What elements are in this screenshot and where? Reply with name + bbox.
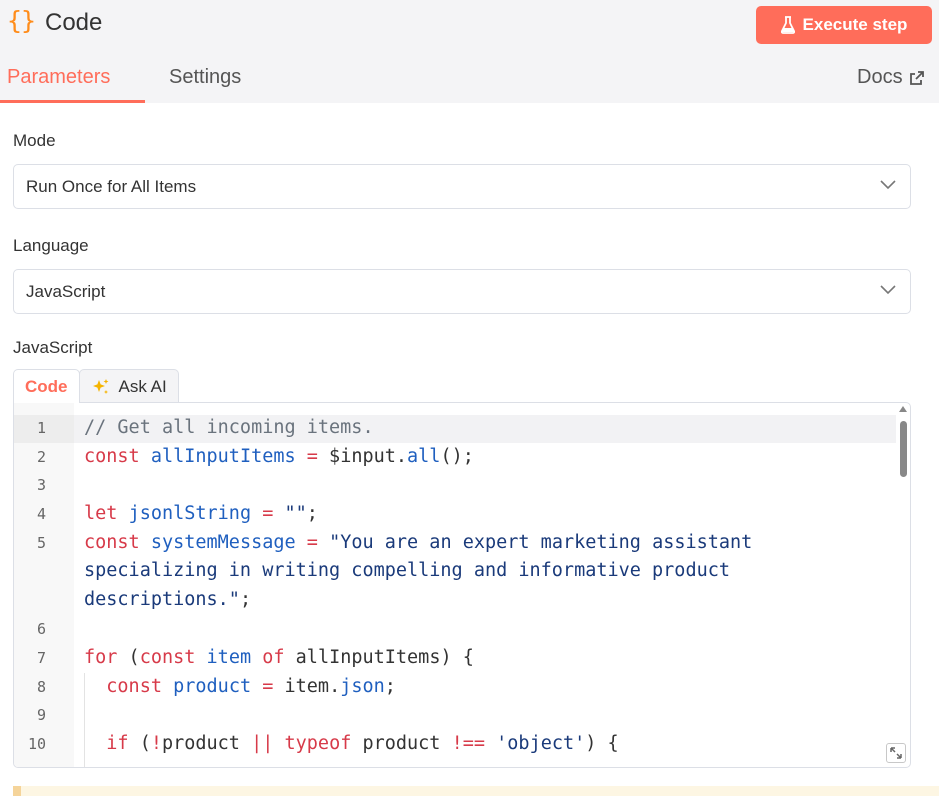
- line-number: 3: [36, 476, 46, 494]
- docs-label: Docs: [857, 66, 903, 88]
- execute-step-label: Execute step: [802, 15, 908, 34]
- language-value: JavaScript: [26, 281, 106, 301]
- scroll-up-arrow-icon[interactable]: [899, 406, 907, 412]
- line-number: 6: [36, 620, 46, 638]
- code-braces-icon: {}: [7, 6, 36, 35]
- code-line: const systemMessage = "You are an expert…: [84, 532, 753, 553]
- code-line: const allInputItems = $input.all();: [84, 446, 474, 467]
- sparkles-icon: [92, 378, 108, 394]
- javascript-section-label: JavaScript: [13, 338, 93, 357]
- notice-banner: [13, 786, 939, 796]
- node-header: {} Code Execute step Parameters Settings…: [0, 0, 939, 103]
- code-line: specializing in writing compelling and i…: [84, 560, 731, 581]
- code-line: const product = item.json;: [106, 676, 396, 697]
- tab-ask-ai-label: Ask AI: [118, 376, 167, 396]
- code-editor[interactable]: 1 2 3 4 5 6 7 8 9 10 // Get all incoming…: [13, 402, 911, 768]
- language-select[interactable]: JavaScript: [13, 269, 911, 314]
- active-tab-indicator: [0, 100, 145, 103]
- line-number: 8: [36, 678, 46, 696]
- chevron-down-icon: [880, 180, 896, 190]
- line-number: 4: [36, 505, 46, 523]
- mode-select[interactable]: Run Once for All Items: [13, 164, 911, 209]
- line-number: 10: [27, 735, 46, 753]
- external-link-icon: [909, 70, 924, 85]
- language-label: Language: [13, 236, 89, 255]
- tab-code-label: Code: [25, 376, 68, 396]
- tab-code[interactable]: Code: [13, 369, 80, 403]
- line-number: 2: [36, 448, 46, 466]
- code-line: if (!product || typeof product !== 'obje…: [106, 733, 619, 754]
- tab-ask-ai[interactable]: Ask AI: [78, 369, 179, 403]
- docs-link[interactable]: Docs: [857, 66, 925, 89]
- scrollbar-thumb[interactable]: [900, 421, 907, 477]
- code-line: // Get all incoming items.: [84, 417, 374, 438]
- code-line: let jsonlString = "";: [84, 503, 318, 524]
- line-number: 1: [36, 419, 46, 437]
- line-number: 7: [36, 649, 46, 667]
- tab-parameters[interactable]: Parameters: [7, 66, 110, 89]
- editor-tabs: Code Ask AI: [13, 369, 179, 403]
- flask-icon: [780, 16, 795, 34]
- node-title[interactable]: Code: [45, 9, 102, 37]
- chevron-down-icon: [880, 285, 896, 295]
- editor-scrollbar[interactable]: [896, 403, 910, 767]
- code-line: descriptions.";: [84, 589, 252, 610]
- mode-value: Run Once for All Items: [26, 176, 197, 196]
- expand-icon: [890, 747, 902, 759]
- tab-settings[interactable]: Settings: [169, 66, 241, 89]
- code-line: for (const item of allInputItems) {: [84, 647, 474, 668]
- line-number: 5: [36, 534, 46, 552]
- fullscreen-toggle-button[interactable]: [886, 743, 906, 763]
- mode-label: Mode: [13, 131, 56, 150]
- line-number: 9: [36, 706, 46, 724]
- execute-step-button[interactable]: Execute step: [756, 6, 932, 44]
